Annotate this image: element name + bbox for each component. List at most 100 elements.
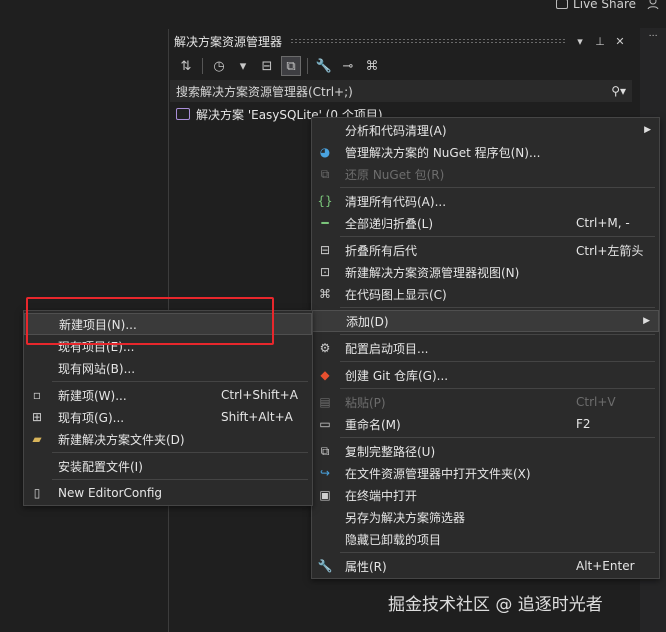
toolbar-separator [307,58,308,74]
menu-label: 分析和代码清理(A) [345,123,447,138]
menu-item-copy-full-path[interactable]: ⧉ 复制完整路径(U) [312,440,659,462]
new-folder-icon: ▰ [32,432,42,446]
menu-shortcut: F2 [576,417,591,431]
watermark: 掘金技术社区 @ 追逐时光者 [388,590,603,615]
menu-separator [340,236,655,237]
pending-changes-icon[interactable]: ◷ [209,56,229,76]
menu-separator [340,552,655,553]
code-map-icon[interactable]: ⌘ [362,56,382,76]
pin-icon[interactable]: ⊥ [593,35,607,48]
menu-separator [340,187,655,188]
menu-item-collapse-all[interactable]: ━ 全部递归折叠(L) Ctrl+M, - [312,212,659,234]
copy-icon: ⧉ [320,443,330,458]
paste-icon: ▤ [319,395,331,409]
new-view-icon: ⊡ [319,265,331,279]
nuget-icon: ◕ [319,145,331,159]
menu-separator [340,437,655,438]
menu-label: 配置启动项目... [345,341,429,356]
menu-item-analyze[interactable]: 分析和代码清理(A) ▶ [312,119,659,141]
menu-label: 还原 NuGet 包(R) [345,167,445,182]
menu-label: 清理所有代码(A)... [345,194,447,209]
rename-icon: ▭ [319,417,331,431]
menu-item-new-item[interactable]: ▫ 新建项(W)... Ctrl+Shift+A [24,384,312,406]
menu-label: 新建解决方案资源管理器视图(N) [345,265,520,280]
menu-label: 在文件资源管理器中打开文件夹(X) [345,466,531,481]
menu-label: 现有网站(B)... [58,361,136,376]
switch-views-icon[interactable]: ⇅ [176,56,196,76]
submenu-arrow-icon: ▶ [644,125,651,135]
live-share-label: Live Share [573,0,636,11]
collapse-icon: ⊟ [319,243,331,257]
search-placeholder: 搜索解决方案资源管理器(Ctrl+;) [176,84,353,99]
preview-icon[interactable]: ⊸ [338,56,358,76]
show-all-files-icon[interactable]: ⧉ [281,56,301,76]
menu-label: 管理解决方案的 NuGet 程序包(N)... [345,145,541,160]
menu-label: 在代码图上显示(C) [345,287,447,302]
highlight-annotation-box [26,297,274,345]
menu-item-show-on-code-map[interactable]: ⌘ 在代码图上显示(C) [312,283,659,305]
menu-shortcut: Ctrl+M, - [576,216,630,230]
properties-wrench-icon[interactable]: 🔧 [314,56,334,76]
menu-item-properties[interactable]: 🔧 属性(R) Alt+Enter [312,555,659,577]
account-icon[interactable] [646,0,660,10]
menu-separator [340,361,655,362]
search-input[interactable]: 搜索解决方案资源管理器(Ctrl+;) ⚲▾ [170,80,632,102]
menu-shortcut: Alt+Enter [576,559,635,573]
menu-item-hide-unloaded[interactable]: 隐藏已卸载的项目 [312,528,659,550]
menu-item-collapse-descendants[interactable]: ⊟ 折叠所有后代 Ctrl+左箭头 [312,239,659,261]
menu-item-new-solution-folder[interactable]: ▰ 新建解决方案文件夹(D) [24,428,312,450]
menu-item-existing-website[interactable]: 现有网站(B)... [24,357,312,379]
menu-item-configure-startup[interactable]: ⚙ 配置启动项目... [312,337,659,359]
menu-label: 全部递归折叠(L) [345,216,434,231]
menu-separator [52,452,308,453]
menu-item-manage-nuget[interactable]: ◕ 管理解决方案的 NuGet 程序包(N)... [312,141,659,163]
panel-grip[interactable] [290,38,565,44]
menu-label: New EditorConfig [58,486,163,500]
menu-item-new-view[interactable]: ⊡ 新建解决方案资源管理器视图(N) [312,261,659,283]
menu-separator [340,307,655,308]
menu-shortcut: Ctrl+Shift+A [221,388,298,402]
side-tab[interactable]: ⫶ [646,34,659,37]
close-icon[interactable]: ✕ [613,35,627,48]
menu-item-cleanup-code[interactable]: {} 清理所有代码(A)... [312,190,659,212]
panel-title: 解决方案资源管理器 [174,34,283,49]
menu-item-open-folder[interactable]: ↪ 在文件资源管理器中打开文件夹(X) [312,462,659,484]
menu-item-add[interactable]: 添加(D) ▶ [312,310,659,332]
menu-label: 现有项(G)... [58,410,125,425]
menu-item-install-config[interactable]: 安装配置文件(I) [24,455,312,477]
menu-label: 复制完整路径(U) [345,444,436,459]
menu-label: 折叠所有后代 [345,243,418,258]
menu-label: 重命名(M) [345,417,401,432]
menu-item-save-as-filter[interactable]: 另存为解决方案筛选器 [312,506,659,528]
context-menu-main: 分析和代码清理(A) ▶ ◕ 管理解决方案的 NuGet 程序包(N)... ⧉… [311,117,660,579]
menu-shortcut: Ctrl+左箭头 [576,243,644,258]
menu-label: 粘贴(P) [345,395,386,410]
panel-options-icon[interactable]: ▾ [573,35,587,48]
menu-item-existing-item[interactable]: ⊞ 现有项(G)... Shift+Alt+A [24,406,312,428]
code-map-icon: ⌘ [319,287,331,301]
menu-label: 创建 Git 仓库(G)... [345,368,449,383]
submenu-arrow-icon: ▶ [643,316,650,326]
menu-item-restore-nuget[interactable]: ⧉ 还原 NuGet 包(R) [312,163,659,185]
menu-item-create-git-repo[interactable]: ◆ 创建 Git 仓库(G)... [312,364,659,386]
menu-shortcut: Shift+Alt+A [221,410,293,424]
menu-item-paste[interactable]: ▤ 粘贴(P) Ctrl+V [312,391,659,413]
search-icon[interactable]: ⚲▾ [611,84,626,98]
watermark-text: 掘金技术社区 @ 追逐时光者 [388,595,603,615]
new-item-icon: ▫ [32,388,42,402]
panel-title-bar: 解决方案资源管理器 ▾ ⊥ ✕ [168,30,633,52]
wrench-icon: 🔧 [317,559,333,573]
collapse-all-icon[interactable]: ⊟ [257,56,277,76]
menu-label: 在终端中打开 [345,488,418,503]
menu-item-rename[interactable]: ▭ 重命名(M) F2 [312,413,659,435]
menu-separator [52,479,308,480]
terminal-icon: ▣ [319,488,331,502]
dropdown-chevron-icon[interactable]: ▾ [233,56,253,76]
live-share-button[interactable]: Live Share [556,0,636,11]
editorconfig-icon: ▯ [33,486,41,500]
menu-item-new-editorconfig[interactable]: ▯ New EditorConfig [24,482,312,504]
gear-icon: ⚙ [319,341,331,355]
menu-item-open-terminal[interactable]: ▣ 在终端中打开 [312,484,659,506]
restore-icon: ⧉ [320,166,330,181]
toolbar-separator [202,58,203,74]
